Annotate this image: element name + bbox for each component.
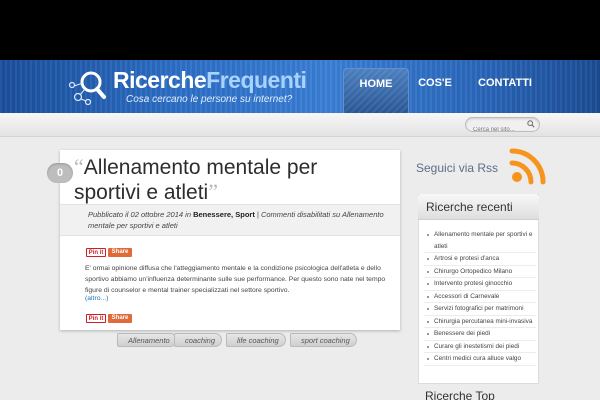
site-tagline: Cosa cercano le persone su internet? bbox=[126, 94, 293, 105]
site-title-part2: Frequenti bbox=[206, 67, 307, 93]
search-box bbox=[465, 117, 540, 137]
tag-link[interactable]: Allenamento bbox=[117, 333, 177, 347]
rss-icon[interactable] bbox=[507, 145, 549, 187]
post-excerpt: E' ormai opinione diffusa che l'atteggia… bbox=[85, 265, 386, 294]
recent-item[interactable]: Chirurgo Ortopedico Milano bbox=[424, 266, 536, 278]
recent-item[interactable]: Artrosi e protesi d'anca bbox=[424, 253, 536, 266]
top-black-bar bbox=[0, 0, 600, 60]
rss-label[interactable]: Seguici via Rss bbox=[416, 161, 498, 175]
recent-item[interactable]: Servizi fotografici per matrimoni bbox=[424, 303, 536, 316]
search-input[interactable] bbox=[466, 123, 524, 137]
meta-prefix: Pubblicato il 02 ottobre 2014 in bbox=[88, 210, 191, 219]
recent-item[interactable]: Curare gli inestetismi dei piedi bbox=[424, 341, 536, 353]
share-button-bottom[interactable]: Share bbox=[108, 314, 132, 323]
recent-list: Allenamento mentale per sportivi e atlet… bbox=[424, 229, 536, 366]
site-title[interactable]: RicercheFrequenti bbox=[113, 66, 307, 94]
nav-item-home[interactable]: HOME bbox=[343, 68, 409, 113]
site-title-part1: Ricerche bbox=[113, 67, 207, 93]
recent-item[interactable]: Chirurgia percutanea mini-invasiva bbox=[424, 316, 536, 328]
read-more-link[interactable]: (altro...) bbox=[85, 295, 108, 302]
category-link-sport[interactable]: Sport bbox=[235, 210, 255, 219]
category-link-benessere[interactable]: Benessere bbox=[193, 210, 231, 219]
post-meta: Pubblicato il 02 ottobre 2014 in Benesse… bbox=[60, 204, 400, 236]
search-icon[interactable] bbox=[527, 120, 535, 128]
recent-item[interactable]: Benessere dei piedi bbox=[424, 328, 536, 341]
recent-item[interactable]: Accessori di Carnevale bbox=[424, 291, 536, 303]
recent-item[interactable]: Allenamento mentale per sportivi e atlet… bbox=[424, 229, 536, 253]
post-title-line1: Allenamento mentale per bbox=[83, 156, 318, 179]
recent-item[interactable]: Intervento protesi ginocchio bbox=[424, 278, 536, 291]
nav-item-contatti[interactable]: CONTATTI bbox=[472, 68, 538, 113]
meta-separator: , bbox=[231, 210, 234, 219]
nav-item-cose[interactable]: COS'E bbox=[402, 68, 468, 113]
post-title[interactable]: “Allenamento mentale per sportivi e atle… bbox=[74, 155, 394, 205]
recent-item[interactable]: Centri medici cura alluce valgo bbox=[424, 353, 536, 366]
pinit-button[interactable]: Pin it bbox=[86, 248, 106, 257]
share-button[interactable]: Share bbox=[108, 248, 132, 257]
widget-title-recent: Ricerche recenti bbox=[426, 200, 513, 214]
widget-title-top: Ricerche Top bbox=[425, 389, 495, 400]
tag-link[interactable]: sport coaching bbox=[290, 333, 357, 347]
open-quote-glyph: “ bbox=[74, 154, 84, 179]
post-title-line2: sportivi e atleti bbox=[74, 181, 209, 204]
magnifier-network-icon[interactable] bbox=[66, 69, 110, 107]
tag-link[interactable]: life coaching bbox=[226, 333, 286, 347]
tag-link[interactable]: coaching bbox=[174, 333, 223, 347]
close-quote-glyph: ” bbox=[208, 179, 218, 204]
pinit-button-bottom[interactable]: Pin it bbox=[86, 314, 106, 323]
comment-count-badge[interactable]: 0 bbox=[47, 163, 73, 183]
